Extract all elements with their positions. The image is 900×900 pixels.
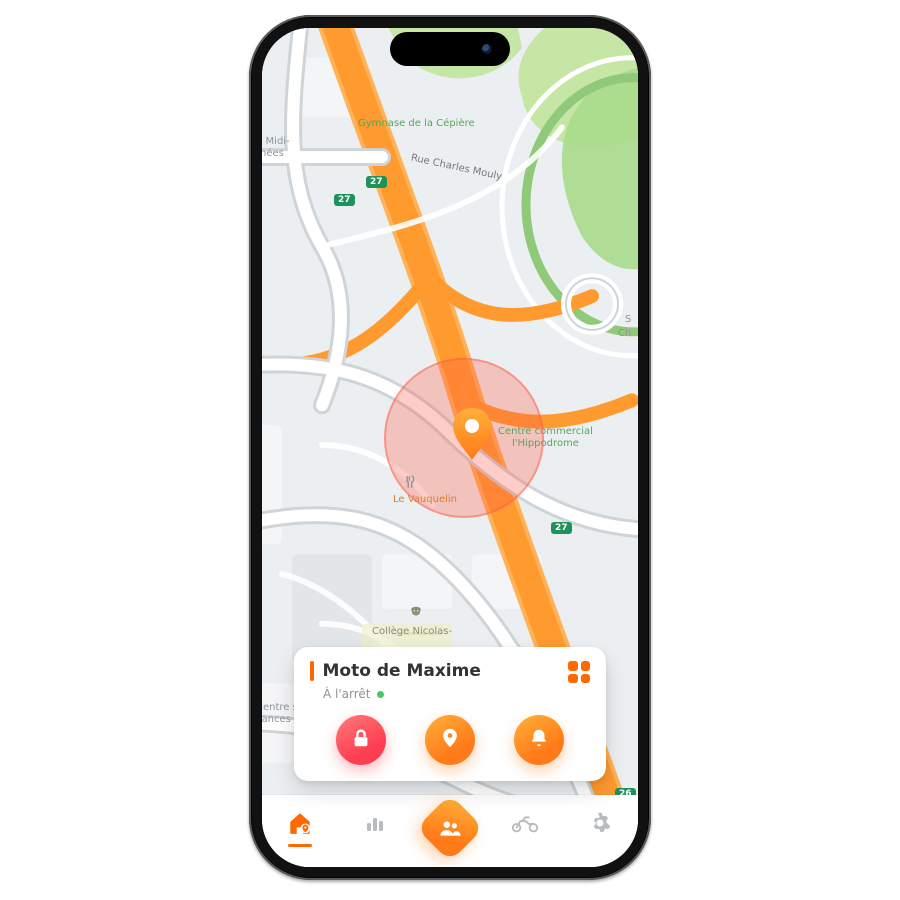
poi-s: S — [625, 314, 631, 325]
card-title: Moto de Maxime — [323, 661, 481, 681]
phone-bezel: Gymnase de la Cépière Centre commercial … — [252, 18, 648, 877]
lock-icon — [350, 727, 372, 753]
vehicle-card: Moto de Maxime À l'arrêt — [294, 647, 606, 781]
bell-icon — [528, 727, 550, 753]
poi-college: Collège Nicolas- — [372, 626, 452, 637]
poi-vauquelin: Le Vauquelin — [393, 494, 457, 505]
locate-icon — [439, 727, 461, 753]
locate-button[interactable] — [425, 715, 475, 765]
dynamic-island — [390, 32, 510, 66]
road-shield-2: 27 — [366, 176, 387, 188]
poi-ch: Ch — [618, 328, 631, 339]
nav-stats[interactable] — [351, 806, 399, 850]
poi-midi-2: nées — [262, 148, 284, 159]
lock-button[interactable] — [336, 715, 386, 765]
poi-midi-1: 3 Midi- — [262, 136, 290, 147]
poi-gymnase: Gymnase de la Cépière — [358, 118, 475, 129]
group-icon — [437, 815, 463, 841]
nav-moto[interactable] — [501, 806, 549, 850]
motorcycle-icon — [510, 811, 540, 839]
school-icon — [408, 604, 424, 620]
home-pin-icon — [287, 810, 313, 840]
restaurant-icon — [402, 474, 418, 490]
bell-button[interactable] — [514, 715, 564, 765]
bottom-nav — [262, 795, 638, 867]
poi-centre-commercial-2: l'Hippodrome — [512, 438, 579, 449]
title-accent — [310, 661, 314, 681]
status-label: À l'arrêt — [323, 687, 371, 701]
phone-frame: Gymnase de la Cépière Centre commercial … — [249, 15, 651, 880]
road-shield-3: 27 — [551, 522, 572, 534]
nav-home[interactable] — [276, 806, 324, 850]
status-dot — [377, 691, 384, 698]
road-shield-1: 27 — [334, 194, 355, 206]
poi-centre-commercial-1: Centre commercial — [498, 426, 593, 437]
screen: Gymnase de la Cépière Centre commercial … — [262, 28, 638, 867]
nav-settings[interactable] — [576, 806, 624, 850]
location-pin — [448, 406, 496, 462]
poi-centre-alliances-1: Centre s — [262, 702, 298, 713]
card-status: À l'arrêt — [323, 687, 590, 701]
grid-menu-button[interactable] — [568, 661, 590, 683]
gear-icon — [588, 811, 612, 839]
stats-icon — [363, 811, 387, 839]
nav-group[interactable] — [416, 794, 484, 862]
